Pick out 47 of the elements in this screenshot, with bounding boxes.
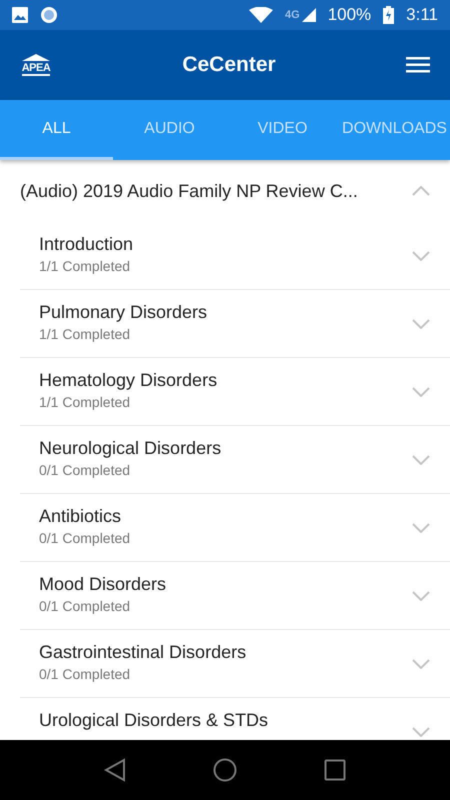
app-title: CeCenter [181,53,277,77]
course-title: (Audio) 2019 Audio Family NP Review C... [20,180,359,202]
chevron-down-icon[interactable] [412,726,430,736]
section-subtitle: 0/1 Completed [39,462,132,478]
chevron-up-icon[interactable] [412,186,430,196]
chevron-down-icon[interactable] [412,318,430,328]
back-icon[interactable] [104,758,126,782]
chevron-down-icon[interactable] [412,522,430,532]
clock-time: 3:11 [406,5,438,25]
section-title: Neurological Disorders [39,438,222,459]
battery-percent: 100% [328,5,372,25]
circle-icon [40,6,58,24]
chevron-down-icon[interactable] [412,386,430,396]
chevron-down-icon[interactable] [412,454,430,464]
network-label: 4G [285,9,300,21]
section-title: Hematology Disorders [39,370,218,391]
recents-icon[interactable] [324,759,346,781]
section-title: Mood Disorders [39,574,168,595]
section-subtitle: 0/1 Completed [39,598,132,614]
logo[interactable]: APEA [20,54,52,76]
section-subtitle: 1/1 Completed [39,258,132,274]
section-title: Gastrointestinal Disorders [39,642,248,663]
section-row[interactable]: Introduction 1/1 Completed [20,222,450,290]
section-row[interactable]: Gastrointestinal Disorders 0/1 Completed [20,630,450,698]
section-subtitle: 0/1 Completed [39,530,132,546]
section-title: Pulmonary Disorders [39,302,208,323]
wifi-icon [249,7,273,23]
chevron-down-icon[interactable] [412,590,430,600]
section-subtitle: 0/1 Completed [39,666,132,682]
section-row[interactable]: Neurological Disorders 0/1 Completed [20,426,450,494]
chevron-down-icon[interactable] [412,658,430,668]
image-icon [12,7,28,23]
section-row[interactable]: Antibiotics 0/1 Completed [20,494,450,562]
course-header[interactable]: (Audio) 2019 Audio Family NP Review C... [0,160,450,222]
section-title: Urological Disorders & STDs [39,710,270,731]
signal-icon [302,8,316,22]
section-row[interactable]: Mood Disorders 0/1 Completed [20,562,450,630]
section-title: Introduction [39,234,134,255]
section-row[interactable]: Pulmonary Disorders 1/1 Completed [20,290,450,358]
section-subtitle: 1/1 Completed [39,394,132,410]
section-title: Antibiotics [39,506,122,527]
section-subtitle: 1/1 Completed [39,326,132,342]
section-row[interactable]: Hematology Disorders 1/1 Completed [20,358,450,426]
chevron-down-icon[interactable] [412,250,430,260]
battery-icon [383,6,394,24]
home-icon[interactable] [212,758,237,782]
menu-icon[interactable] [406,57,430,73]
